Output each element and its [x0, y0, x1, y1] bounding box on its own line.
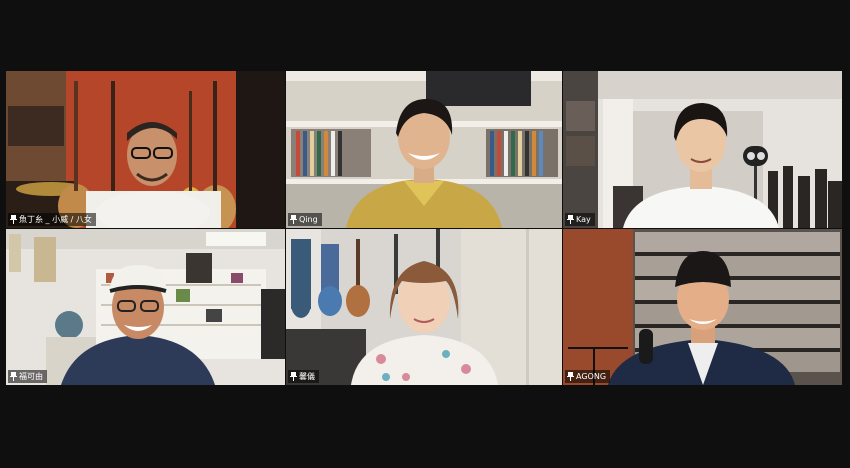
video-tile-1[interactable]: 魚丁糸 _ 小威 / 八女 — [6, 71, 285, 228]
video-tile-3[interactable]: Kay — [563, 71, 842, 228]
participant-name-tag: Qing — [288, 213, 322, 226]
participant-name: Qing — [299, 215, 318, 224]
video-feed — [563, 229, 842, 385]
participant-name: 馨儀 — [299, 372, 315, 381]
participant-name-tag: 魚丁糸 _ 小威 / 八女 — [8, 213, 96, 226]
video-feed — [6, 229, 285, 385]
video-tile-4[interactable]: 福可由 — [6, 229, 285, 385]
participant-name: AGONG — [576, 372, 607, 381]
participant-name: 魚丁糸 _ 小威 / 八女 — [19, 215, 92, 224]
video-tile-6[interactable]: AGONG — [563, 229, 842, 385]
participant-name-tag: 福可由 — [8, 370, 47, 383]
participant-name-tag: Kay — [565, 213, 595, 226]
video-feed — [286, 229, 562, 385]
pin-icon — [290, 215, 297, 224]
video-feed — [286, 71, 562, 228]
video-gallery: 魚丁糸 _ 小威 / 八女 Qing Kay 福可由 馨儀 AGONG — [0, 0, 850, 468]
participant-name: Kay — [576, 215, 591, 224]
pin-icon — [290, 372, 297, 381]
video-feed — [563, 71, 842, 228]
participant-name-tag: AGONG — [565, 370, 611, 383]
pin-icon — [567, 372, 574, 381]
video-tile-2[interactable]: Qing — [286, 71, 562, 228]
video-feed — [6, 71, 285, 228]
video-tile-5[interactable]: 馨儀 — [286, 229, 562, 385]
pin-icon — [10, 372, 17, 381]
participant-name-tag: 馨儀 — [288, 370, 319, 383]
pin-icon — [10, 215, 17, 224]
pin-icon — [567, 215, 574, 224]
participant-name: 福可由 — [19, 372, 43, 381]
